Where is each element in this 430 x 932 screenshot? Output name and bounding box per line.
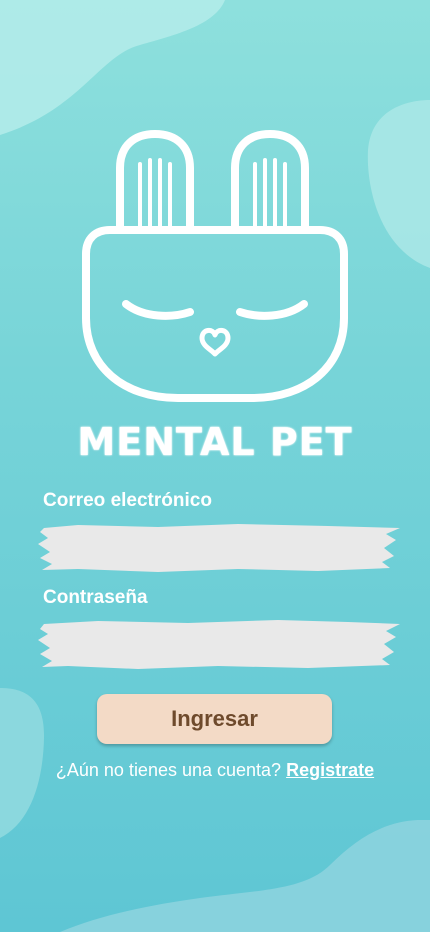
background-blob-top-left bbox=[0, 0, 225, 135]
login-button[interactable]: Ingresar bbox=[97, 694, 332, 744]
background-blob-right bbox=[367, 100, 430, 268]
app-title: MENTAL PET bbox=[77, 420, 353, 464]
app-logo bbox=[82, 128, 348, 404]
register-link[interactable]: Registrate bbox=[286, 760, 374, 780]
bunny-face-icon bbox=[82, 130, 348, 402]
background-blob-bottom-right bbox=[60, 820, 430, 932]
register-prompt-text: ¿Aún no tienes una cuenta? bbox=[55, 760, 282, 780]
email-label: Correo electrónico bbox=[43, 490, 212, 511]
register-prompt-line: ¿Aún no tienes una cuenta? Registrate bbox=[0, 760, 430, 781]
password-label: Contraseña bbox=[43, 587, 148, 608]
password-field[interactable] bbox=[38, 619, 400, 669]
email-field[interactable] bbox=[38, 522, 400, 572]
